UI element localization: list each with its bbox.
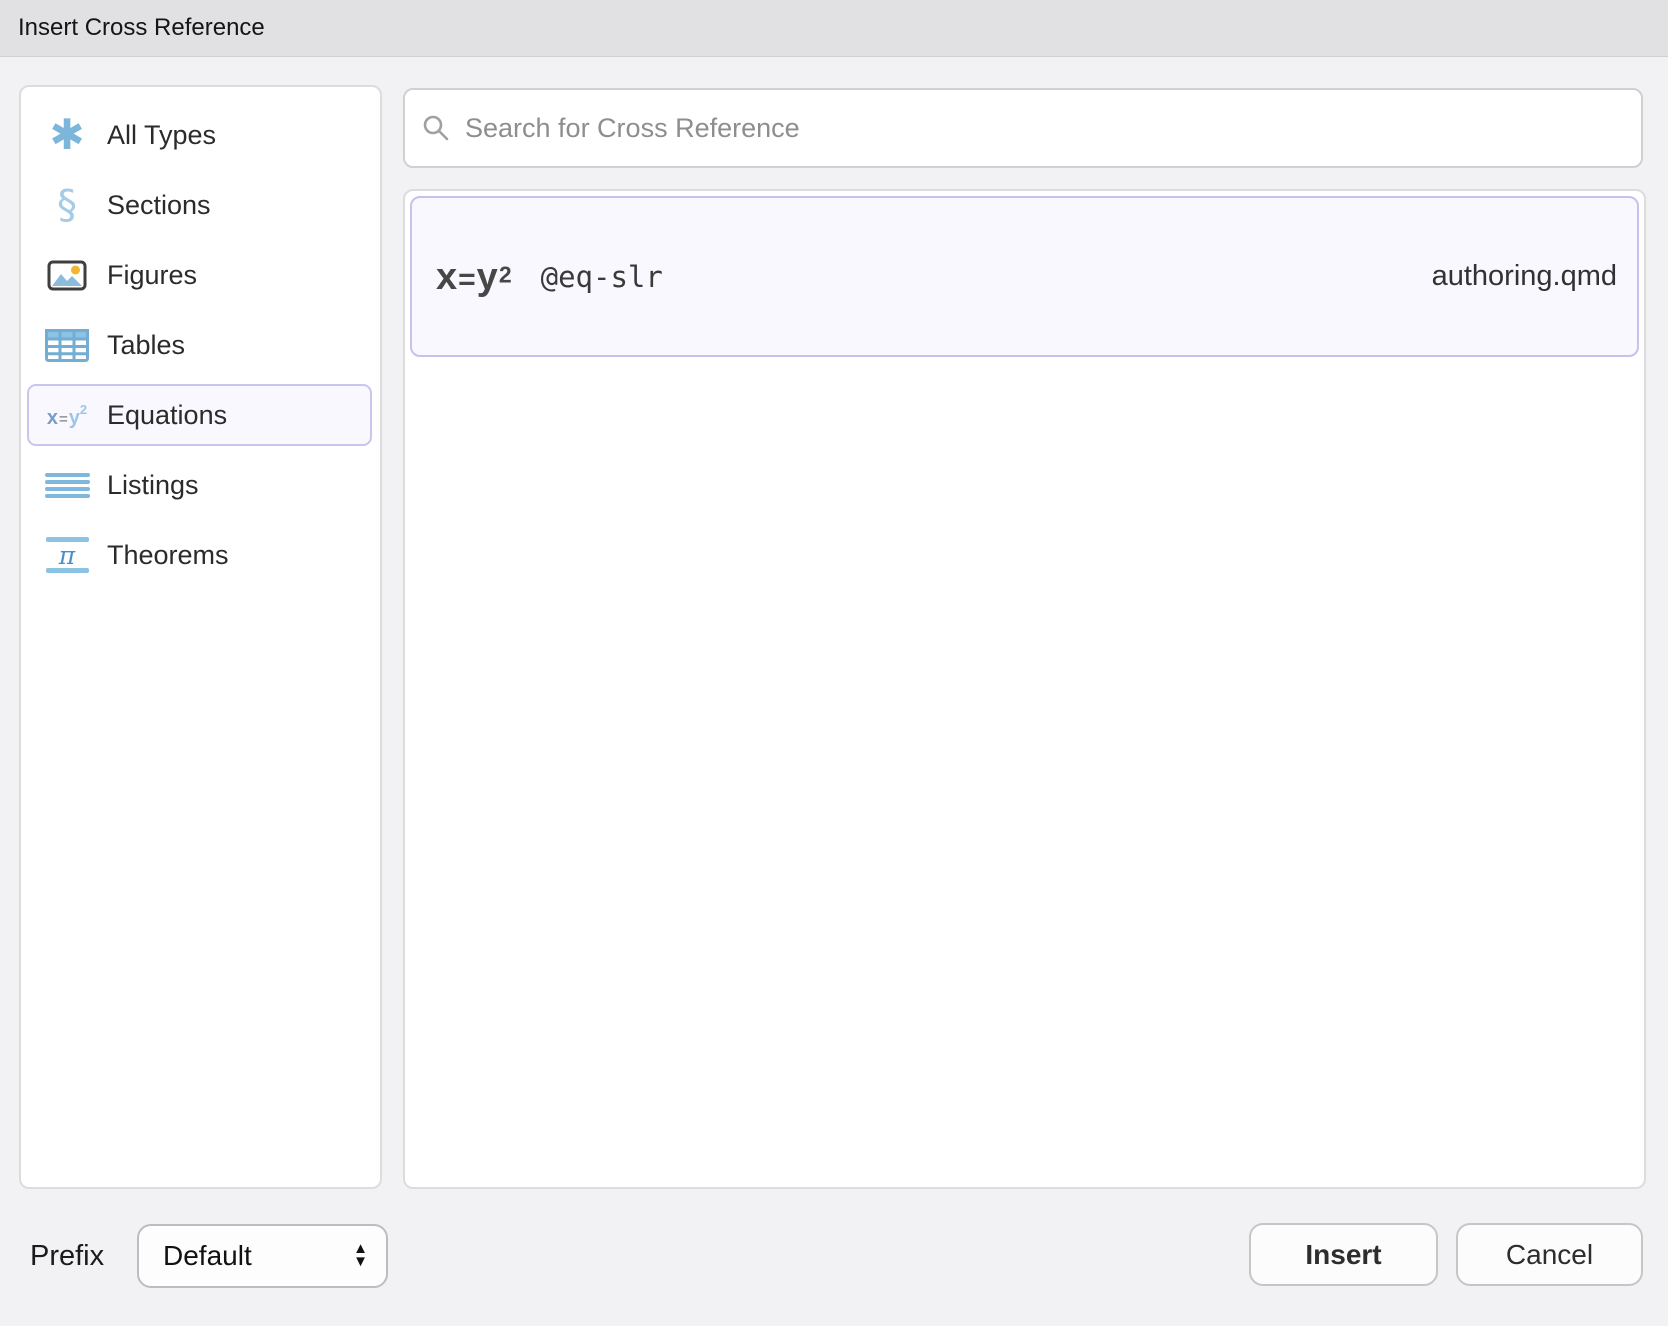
reference-file: authoring.qmd [1432, 260, 1617, 293]
figure-icon [42, 260, 92, 291]
insert-button[interactable]: Insert [1249, 1223, 1438, 1286]
sidebar-item-listings[interactable]: Listings [27, 454, 372, 516]
dialog-titlebar: Insert Cross Reference [0, 0, 1668, 57]
sidebar-item-all-types[interactable]: ✱ All Types [27, 104, 372, 166]
sidebar-item-figures[interactable]: Figures [27, 244, 372, 306]
prefix-dropdown[interactable]: Default ▲ ▼ [137, 1224, 388, 1288]
type-list-panel: ✱ All Types § Sections Figures [19, 85, 382, 1189]
dialog-title: Insert Cross Reference [18, 14, 265, 42]
cancel-button[interactable]: Cancel [1456, 1223, 1643, 1286]
sidebar-item-label: All Types [107, 120, 216, 151]
sidebar-item-label: Tables [107, 330, 185, 361]
search-box [403, 88, 1643, 168]
sidebar-item-label: Listings [107, 470, 199, 501]
equation-icon: x=y2 [42, 402, 92, 429]
sidebar-item-equations[interactable]: x=y2 Equations [27, 384, 372, 446]
prefix-dropdown-value: Default [163, 1240, 252, 1272]
prefix-label: Prefix [30, 1240, 104, 1273]
sidebar-item-theorems[interactable]: π Theorems [27, 524, 372, 586]
sidebar-item-label: Equations [107, 400, 227, 431]
table-icon [42, 329, 92, 362]
sidebar-item-label: Sections [107, 190, 211, 221]
listing-icon [42, 473, 92, 498]
reference-list-panel: x=y2 @eq-slr authoring.qmd [403, 189, 1646, 1189]
sidebar-item-label: Theorems [107, 540, 229, 571]
search-icon [421, 113, 451, 143]
sidebar-item-label: Figures [107, 260, 197, 291]
equation-icon: x=y2 [436, 258, 513, 296]
asterisk-icon: ✱ [42, 114, 92, 156]
sidebar-item-tables[interactable]: Tables [27, 314, 372, 376]
search-input[interactable] [463, 112, 1625, 145]
sidebar-item-sections[interactable]: § Sections [27, 174, 372, 236]
reference-id: @eq-slr [541, 260, 663, 294]
reference-list-item[interactable]: x=y2 @eq-slr authoring.qmd [410, 196, 1639, 357]
theorem-icon: π [42, 537, 92, 573]
dropdown-arrows-icon: ▲ ▼ [353, 1243, 368, 1269]
section-icon: § [42, 185, 92, 225]
